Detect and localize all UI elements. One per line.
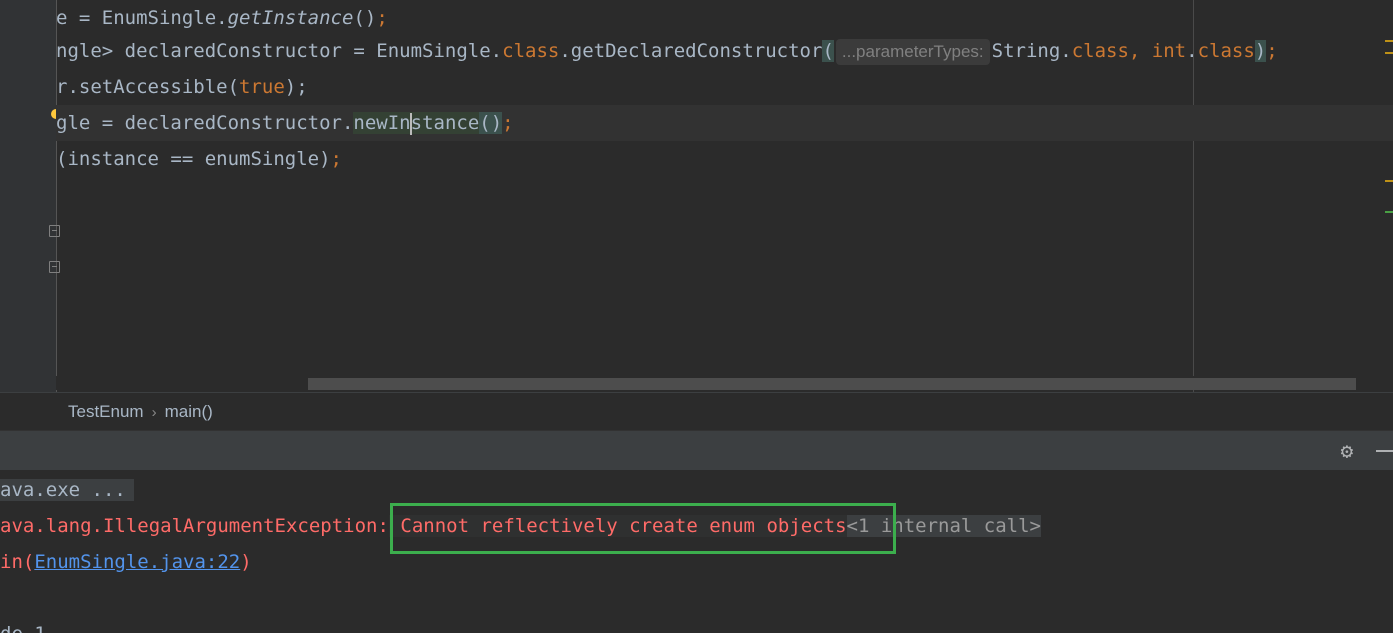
code-text: gle = declaredConstructor. (56, 112, 354, 134)
code-text: String. (991, 40, 1072, 62)
code-text: (instance == enumSingle) (56, 148, 331, 170)
fold-icon[interactable] (49, 261, 60, 273)
exit-code-text: de 1 (0, 623, 46, 633)
code-method: getInstance (227, 7, 354, 29)
breadcrumb-item-main[interactable]: main() (157, 402, 221, 422)
gear-icon[interactable]: ⚙ (1336, 440, 1358, 462)
code-keyword: true (239, 76, 285, 98)
warning-mark[interactable] (1385, 52, 1393, 54)
code-text: ngle> declaredConstructor = EnumSingle. (56, 40, 503, 62)
stack-method: in( (0, 551, 35, 573)
fold-icon[interactable] (49, 225, 60, 237)
console-command[interactable]: ava.exe ... (0, 479, 134, 501)
console-command-line: ava.exe ... (0, 472, 134, 508)
breadcrumb: TestEnum › main() (0, 392, 1393, 431)
code-keyword: int (1151, 40, 1187, 62)
code-paren: ) (1254, 40, 1267, 62)
code-text: . (1186, 40, 1198, 62)
code-paren: ( (822, 40, 834, 62)
code-text: () (353, 7, 377, 29)
parameter-hint[interactable]: ...parameterTypes: (835, 38, 990, 65)
exception-class: ava.lang.IllegalArgumentException (0, 515, 378, 537)
warning-mark[interactable] (1385, 180, 1393, 182)
code-keyword: class (502, 40, 560, 62)
stack-close-paren: ) (240, 551, 252, 573)
code-text: ); (284, 76, 308, 98)
code-line-3[interactable]: r.setAccessible(true); (56, 69, 308, 105)
code-semicolon: ; (502, 112, 514, 134)
code-editor[interactable]: e = EnumSingle.getInstance(); ngle> decl… (0, 0, 1393, 392)
highlight-box (390, 503, 896, 554)
warning-mark[interactable] (1385, 40, 1393, 42)
run-tool-window-header: ⚙ (0, 430, 1393, 471)
change-mark[interactable] (1385, 211, 1393, 213)
code-semicolon: ; (376, 7, 388, 29)
code-comma: , (1128, 40, 1152, 62)
console-exit-line: de 1 (0, 616, 46, 633)
horizontal-scrollbar-thumb[interactable] (308, 378, 1356, 390)
minimize-icon[interactable] (1376, 450, 1393, 452)
console-stack-line: in(EnumSingle.java:22) (0, 544, 252, 580)
code-line-4[interactable]: gle = declaredConstructor.newInstance(); (56, 105, 1393, 141)
editor-gutter[interactable] (0, 0, 57, 392)
exception-colon: : (377, 515, 389, 537)
code-line-2[interactable]: ngle> declaredConstructor = EnumSingle.c… (56, 33, 1278, 69)
breadcrumb-item-testenum[interactable]: TestEnum (60, 402, 152, 422)
code-text: e = EnumSingle. (56, 7, 228, 29)
code-line-1[interactable]: e = EnumSingle.getInstance(); (56, 0, 388, 36)
code-semicolon: ; (1266, 40, 1278, 62)
code-paren: () (479, 112, 503, 134)
code-keyword: class (1071, 40, 1129, 62)
code-text: r.setAccessible( (56, 76, 240, 98)
code-text: .getDeclaredConstructor (559, 40, 823, 62)
stack-source-link[interactable]: EnumSingle.java:22 (34, 551, 240, 573)
code-method-part: stance (410, 112, 480, 134)
code-method-part: newIn (353, 112, 411, 134)
code-semicolon: ; (330, 148, 342, 170)
code-line-5[interactable]: (instance == enumSingle); (56, 141, 342, 177)
code-keyword: class (1197, 40, 1255, 62)
code-method: newInstance (353, 112, 480, 135)
